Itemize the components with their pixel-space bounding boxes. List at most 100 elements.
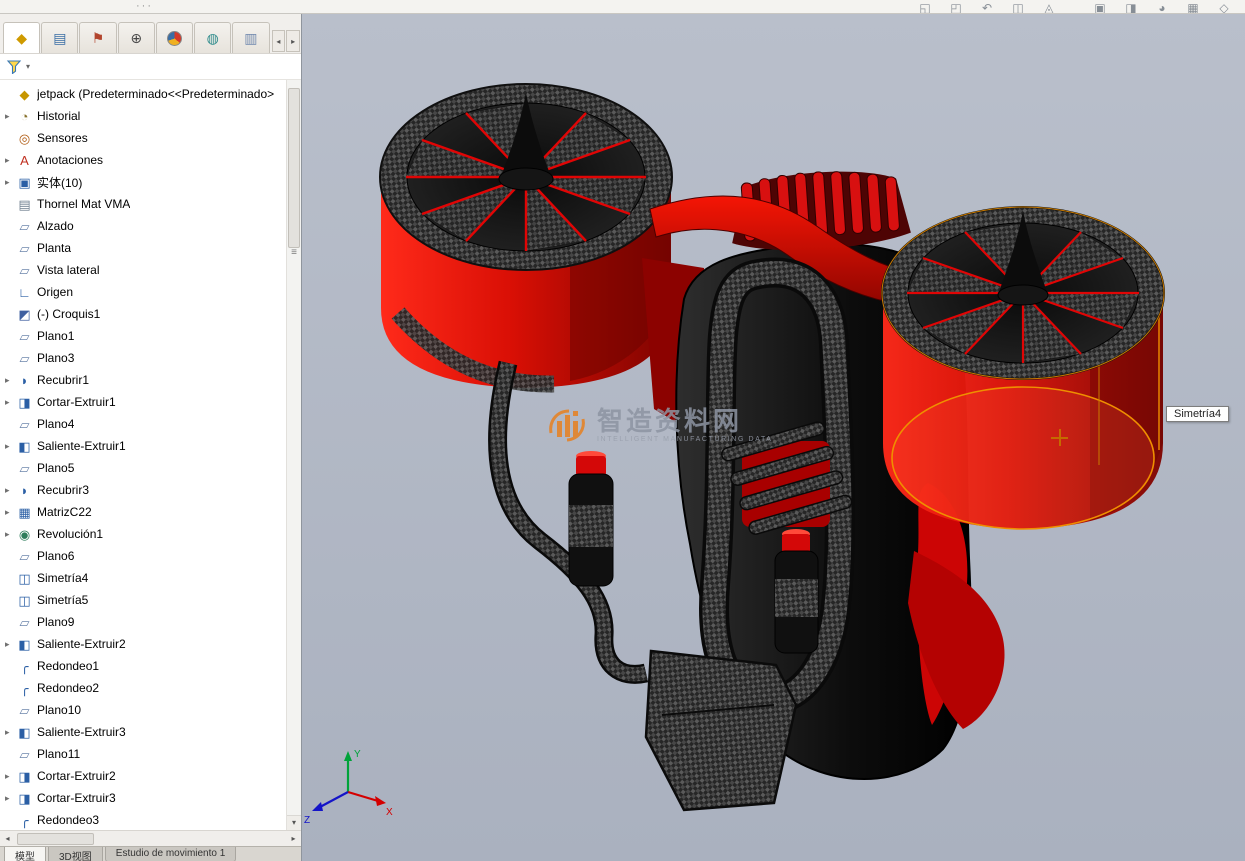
tree-item-label: Plano4 (37, 417, 74, 431)
tree-item-plano10[interactable]: ▱Plano10 (0, 699, 287, 721)
expand-arrow[interactable]: ▸ (5, 507, 16, 518)
tree-item-revolución1[interactable]: ▸◉Revolución1 (0, 523, 287, 545)
feature-tooltip: Simetría4 (1166, 406, 1229, 422)
scroll-left-button[interactable]: ◂ (0, 832, 15, 846)
edit-appearance-icon[interactable]: ◕ (1151, 1, 1173, 14)
cam-manager-icon: ◍ (207, 31, 219, 45)
tree-item-vista-lateral[interactable]: ▱Vista lateral (0, 259, 287, 281)
seat-flap[interactable] (646, 651, 796, 810)
apply-scene-icon[interactable]: ▦ (1182, 1, 1204, 14)
view-orientation-icon[interactable]: ◬ (1038, 1, 1060, 14)
bottom-tab-estudio-de-movimiento-1[interactable]: Estudio de movimiento 1 (105, 847, 237, 861)
zoom-area-icon[interactable]: ◰ (945, 1, 967, 14)
tree-item-saliente-extruir1[interactable]: ▸◧ Saliente-Extruir1 (0, 435, 287, 457)
tab-scroll-left-button[interactable]: ◂ (272, 30, 286, 52)
expand-arrow[interactable]: ▸ (5, 639, 16, 650)
section-view-icon[interactable]: ◫ (1007, 1, 1029, 14)
expand-arrow[interactable]: ▸ (5, 771, 16, 782)
scroll-right-button[interactable]: ▸ (286, 832, 301, 846)
tree-item-planta[interactable]: ▱Planta (0, 237, 287, 259)
tree-item-simetría4[interactable]: ◫Simetría4 (0, 567, 287, 589)
tree-item-label: Sensores (37, 131, 88, 145)
scroll-down-button[interactable]: ▾ (287, 815, 301, 830)
tree-vertical-scrollbar[interactable]: ≡ ▾ (286, 80, 301, 830)
feature-tree-area: ◆jetpack (Predeterminado<<Predeterminado… (0, 80, 301, 830)
tree-item-plano4[interactable]: ▱Plano4 (0, 413, 287, 435)
hide-show-items-icon[interactable]: ◨ (1120, 1, 1142, 14)
expand-arrow[interactable]: ▸ (5, 485, 16, 496)
feature-tree: ◆jetpack (Predeterminado<<Predeterminado… (0, 83, 287, 830)
expand-arrow[interactable]: ▸ (5, 529, 16, 540)
tab-scroll-right-button[interactable]: ▸ (286, 30, 300, 52)
left-turbine[interactable] (380, 84, 672, 388)
tree-item-croquis1[interactable]: ◩(-) Croquis1 (0, 303, 287, 325)
expand-arrow[interactable]: ▸ (5, 397, 16, 408)
tree-item-saliente-extruir2[interactable]: ▸◧Saliente-Extruir2 (0, 633, 287, 655)
tree-item-thornel-mat-vma[interactable]: ▤Thornel Mat VMA (0, 193, 287, 215)
tree-item-cortar-extruir2[interactable]: ▸◨Cortar-Extruir2 (0, 765, 287, 787)
display-style-icon[interactable]: ▣ (1089, 1, 1111, 14)
graphics-viewport[interactable]: 智造资料网 INTELLIGENT MANUFACTURING DATA Sim… (302, 13, 1245, 861)
right-turbine[interactable] (882, 207, 1164, 529)
boss-extrude-icon: ◧ (16, 440, 33, 453)
tree-item-redondeo1[interactable]: ╭Redondeo1 (0, 655, 287, 677)
tree-item-origen[interactable]: ∟Origen (0, 281, 287, 303)
tree-item-实体-10[interactable]: ▸▣实体(10) (0, 171, 287, 193)
bottom-tab-3d视图[interactable]: 3D视图 (48, 847, 103, 861)
featuremanager-design-tree-tab[interactable]: ◆ (3, 22, 40, 53)
cam-manager-tab[interactable]: ◍ (194, 22, 231, 53)
tree-item-historial[interactable]: ▸◔Historial (0, 105, 287, 127)
tree-item-plano5[interactable]: ▱Plano5 (0, 457, 287, 479)
panel-drag-handle[interactable]: ··· (136, 0, 153, 12)
expand-arrow[interactable]: ▸ (5, 727, 16, 738)
top-toolbar-strip: ··· ◱ ◰ ↶ ◫ ◬ ▣ ◨ ◕ ▦ ◇ (0, 0, 1245, 14)
sustainability-manager-tab[interactable]: ▥ (232, 22, 269, 53)
expand-arrow[interactable]: ▸ (5, 793, 16, 804)
tree-item-redondeo3[interactable]: ╭Redondeo3 (0, 809, 287, 830)
tree-item-label: Origen (37, 285, 73, 299)
tree-item-anotaciones[interactable]: ▸AAnotaciones (0, 149, 287, 171)
tree-item-label: Saliente-Extruir1 (37, 439, 126, 453)
panel-splitter-handle[interactable]: ≡ (287, 248, 301, 258)
displaymanager-tab[interactable] (156, 22, 193, 53)
tree-item-sensores[interactable]: ◎Sensores (0, 127, 287, 149)
tree-item-plano9[interactable]: ▱Plano9 (0, 611, 287, 633)
dimxpertmanager-tab[interactable]: ⊕ (118, 22, 155, 53)
tree-item-plano1[interactable]: ▱Plano1 (0, 325, 287, 347)
left-throttle-grip[interactable] (569, 451, 613, 586)
tree-item-plano3[interactable]: ▱Plano3 (0, 347, 287, 369)
tree-horizontal-scrollbar[interactable]: ◂ ▸ (0, 830, 301, 846)
view-settings-icon[interactable]: ◇ (1213, 1, 1235, 14)
expand-arrow[interactable]: ▸ (5, 375, 16, 386)
triad-y-label: Y (354, 749, 361, 760)
configurationmanager-tab[interactable]: ⚑ (79, 22, 116, 53)
tree-item-recubrir3[interactable]: ▸◗Recubrir3 (0, 479, 287, 501)
tree-item-cortar-extruir1[interactable]: ▸◨Cortar-Extruir1 (0, 391, 287, 413)
tree-item-redondeo2[interactable]: ╭Redondeo2 (0, 677, 287, 699)
expand-arrow[interactable]: ▸ (5, 155, 16, 166)
expand-arrow[interactable]: ▸ (5, 177, 16, 188)
tree-item-jetpack-predeterminado-predeterminado[interactable]: ◆jetpack (Predeterminado<<Predeterminado… (0, 83, 287, 105)
zoom-fit-icon[interactable]: ◱ (914, 1, 936, 14)
horizontal-scrollbar-thumb[interactable] (17, 833, 94, 845)
tree-item-alzado[interactable]: ▱Alzado (0, 215, 287, 237)
cut-extrude-icon: ◨ (16, 770, 33, 783)
filter-funnel-icon[interactable] (6, 59, 23, 74)
tree-item-recubrir1[interactable]: ▸◗Recubrir1 (0, 369, 287, 391)
expand-arrow[interactable]: ▸ (5, 441, 16, 452)
tree-item-cortar-extruir3[interactable]: ▸◨Cortar-Extruir3 (0, 787, 287, 809)
tree-item-saliente-extruir3[interactable]: ▸◧Saliente-Extruir3 (0, 721, 287, 743)
previous-view-icon[interactable]: ↶ (976, 1, 998, 14)
vertical-scrollbar-thumb[interactable] (288, 88, 300, 248)
tree-item-plano11[interactable]: ▱Plano11 (0, 743, 287, 765)
tree-item-matrizc22[interactable]: ▸▦MatrizC22 (0, 501, 287, 523)
propertymanager-tab[interactable]: ▤ (41, 22, 78, 53)
tree-item-simetría5[interactable]: ◫Simetría5 (0, 589, 287, 611)
mirror-icon: ◫ (16, 572, 33, 585)
filter-dropdown-arrow[interactable]: ▾ (26, 62, 30, 71)
tree-item-plano6[interactable]: ▱Plano6 (0, 545, 287, 567)
expand-arrow[interactable]: ▸ (5, 111, 16, 122)
bottom-tab-模型[interactable]: 模型 (4, 847, 46, 861)
history-icon: ◔ (16, 110, 33, 123)
jetpack-model[interactable] (302, 13, 1245, 861)
